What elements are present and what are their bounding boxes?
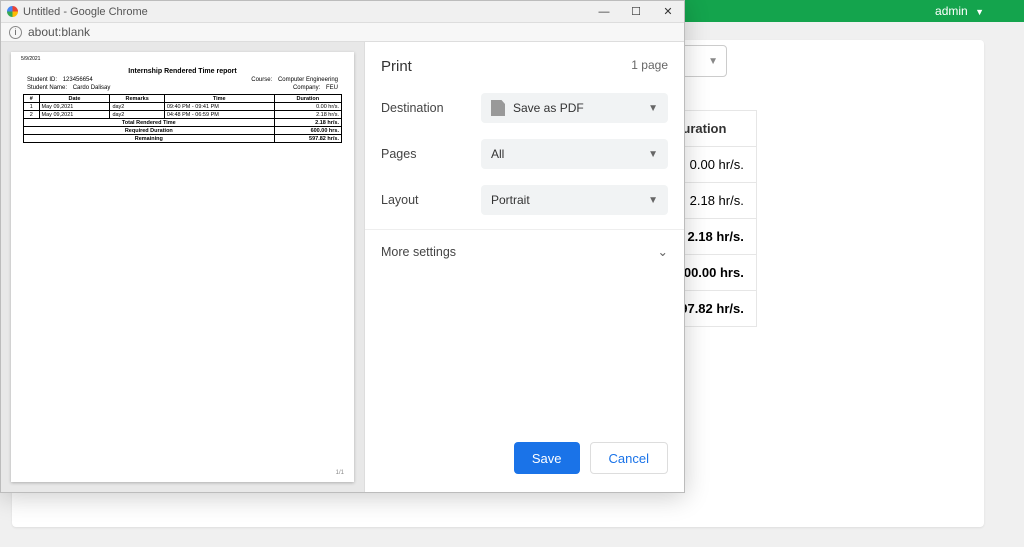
destination-select[interactable]: Save as PDF ▼	[481, 93, 668, 123]
pv-h-time: Time	[164, 95, 274, 103]
pv-sid-label: Student ID:	[27, 77, 57, 83]
pv-cell: 2.18 hr/s.	[274, 111, 341, 119]
pv-sum-val: 597.82 hr/s.	[274, 135, 341, 143]
more-settings-toggle[interactable]: More settings ⌄	[365, 229, 684, 273]
caret-down-icon: ▼	[648, 149, 658, 160]
caret-down-icon: ▼	[975, 7, 984, 17]
pv-sum-val: 2.18 hr/s.	[274, 119, 341, 127]
pv-sid: 123456654	[63, 77, 93, 83]
print-title: Print	[381, 58, 412, 75]
preview-table: # Date Remarks Time Duration 1 May 09,20…	[23, 94, 342, 143]
user-menu[interactable]: admin ▼	[935, 4, 984, 18]
user-name: admin	[935, 4, 968, 18]
pages-select[interactable]: All ▼	[481, 139, 668, 169]
preview-date: 5/9/2021	[21, 56, 40, 62]
pv-course: Computer Engineering	[278, 77, 338, 83]
pv-cell: 1	[24, 103, 40, 111]
caret-down-icon: ▼	[648, 103, 658, 114]
print-preview-pane[interactable]: 5/9/2021 Internship Rendered Time report…	[1, 42, 364, 492]
pv-name-label: Student Name:	[27, 85, 67, 91]
pv-company-label: Company:	[293, 85, 320, 91]
pv-cell: 09:40 PM - 09:41 PM	[164, 103, 274, 111]
chevron-down-icon: ⌄	[658, 244, 668, 259]
print-settings-pane: Print 1 page Destination Save as PDF ▼ P…	[364, 42, 684, 492]
layout-label: Layout	[381, 193, 481, 207]
preview-page: 5/9/2021 Internship Rendered Time report…	[11, 52, 354, 482]
layout-value: Portrait	[491, 193, 530, 207]
caret-down-icon: ▼	[648, 195, 658, 206]
pv-sum-label: Required Duration	[24, 127, 275, 135]
table-row: 2 May 09,2021 day2 04:48 PM - 06:59 PM 2…	[24, 111, 342, 119]
caret-down-icon: ▼	[708, 56, 718, 67]
window-titlebar[interactable]: Untitled - Google Chrome — ☐ ✕	[1, 1, 684, 23]
pv-cell: 2	[24, 111, 40, 119]
table-row: 1 May 09,2021 day2 09:40 PM - 09:41 PM 0…	[24, 103, 342, 111]
destination-value: Save as PDF	[513, 101, 584, 115]
minimize-button[interactable]: —	[588, 1, 620, 23]
pages-label: Pages	[381, 147, 481, 161]
save-button[interactable]: Save	[514, 442, 580, 474]
url-text: about:blank	[28, 25, 90, 39]
chrome-print-window: Untitled - Google Chrome — ☐ ✕ i about:b…	[0, 0, 685, 493]
destination-label: Destination	[381, 101, 481, 115]
pv-cell: day2	[110, 103, 164, 111]
cancel-button[interactable]: Cancel	[590, 442, 668, 474]
pdf-icon	[491, 100, 505, 116]
pv-cell: 0.00 hr/s.	[274, 103, 341, 111]
layout-select[interactable]: Portrait ▼	[481, 185, 668, 215]
pv-cell: May 09,2021	[39, 111, 110, 119]
pv-h-n: #	[24, 95, 40, 103]
pv-cell: day2	[110, 111, 164, 119]
pages-value: All	[491, 147, 504, 161]
pv-h-date: Date	[39, 95, 110, 103]
window-title: Untitled - Google Chrome	[23, 6, 148, 18]
page-count: 1 page	[631, 58, 668, 75]
pv-cell: 04:48 PM - 06:59 PM	[164, 111, 274, 119]
pv-h-duration: Duration	[274, 95, 341, 103]
pv-course-label: Course:	[251, 77, 272, 83]
pv-sum-label: Total Rendered Time	[24, 119, 275, 127]
maximize-button[interactable]: ☐	[620, 1, 652, 23]
pv-h-remarks: Remarks	[110, 95, 164, 103]
url-bar[interactable]: i about:blank	[1, 23, 684, 42]
preview-title: Internship Rendered Time report	[23, 68, 342, 75]
pv-name: Cardo Dalisay	[73, 85, 111, 91]
more-settings-label: More settings	[381, 245, 456, 259]
pv-company: FEU	[326, 85, 338, 91]
pv-sum-label: Remaining	[24, 135, 275, 143]
chrome-icon	[7, 6, 18, 17]
close-button[interactable]: ✕	[652, 1, 684, 23]
site-info-icon[interactable]: i	[9, 26, 22, 39]
preview-page-number: 1/1	[336, 470, 344, 476]
pv-cell: May 09,2021	[39, 103, 110, 111]
pv-sum-val: 600.00 hrs.	[274, 127, 341, 135]
